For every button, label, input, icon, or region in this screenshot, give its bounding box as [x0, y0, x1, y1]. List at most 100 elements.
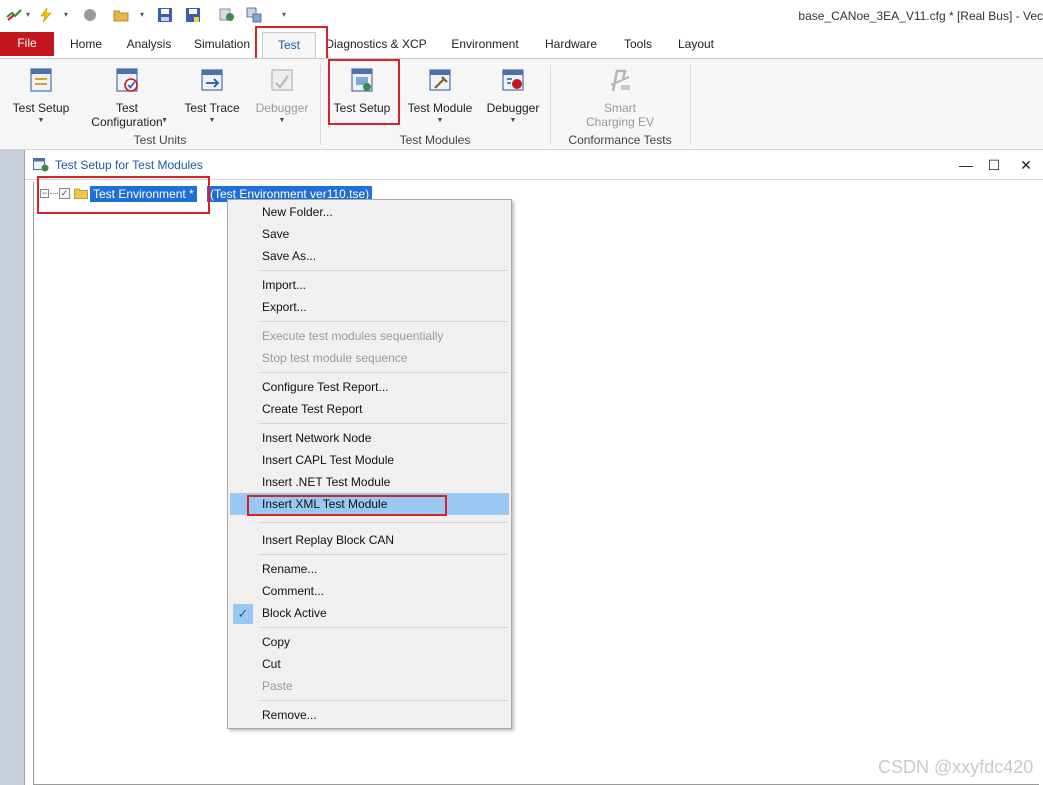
button-label: Test Setup — [12, 101, 70, 115]
test-setup-modules-icon — [351, 68, 373, 92]
lightning-icon[interactable] — [38, 7, 54, 23]
close-button[interactable]: ✕ — [1017, 156, 1035, 174]
menu-item-insert-net-test-module[interactable]: Insert .NET Test Module — [230, 471, 509, 493]
menu-item-insert-capl-test-module[interactable]: Insert CAPL Test Module — [230, 449, 509, 471]
record-stop-icon[interactable] — [82, 7, 98, 23]
save-icon[interactable] — [157, 7, 173, 23]
database-icon[interactable] — [219, 7, 235, 23]
menu-item-paste: Paste — [262, 679, 293, 693]
menu-separator — [259, 423, 508, 424]
canoe-logo-icon[interactable] — [6, 7, 22, 23]
menu-separator — [259, 372, 508, 373]
button-label: Test — [115, 101, 138, 115]
menu-item-import[interactable]: Import... — [230, 274, 509, 296]
chevron-down-icon[interactable]: ▾ — [26, 10, 30, 19]
minimize-button[interactable]: — — [957, 156, 975, 174]
tab-home[interactable]: Home — [62, 32, 110, 58]
button-label: Smart — [603, 101, 636, 115]
menu-item-export[interactable]: Export... — [230, 296, 509, 318]
tab-diagnostics-xcp[interactable]: Diagnostics & XCP — [322, 32, 430, 58]
button-label: Configuration — [91, 115, 163, 129]
tree-node-test-environment[interactable]: Test Environment * — [90, 186, 197, 202]
test-modules-debugger-button[interactable]: Debugger ▼ — [482, 63, 544, 131]
group-separator — [690, 65, 691, 145]
menu-item-block-active[interactable]: ✓ Block Active — [230, 602, 509, 624]
tab-layout[interactable]: Layout — [670, 32, 722, 58]
tab-test[interactable]: Test — [262, 32, 316, 58]
node-checkbox[interactable]: ✓ — [59, 188, 70, 199]
group-label-conformance-tests: Conformance Tests — [568, 133, 672, 147]
test-tree-view[interactable] — [33, 182, 1039, 785]
test-setup-icon — [30, 68, 52, 92]
menu-item-copy[interactable]: Copy — [230, 631, 509, 653]
test-module-button[interactable]: Test Module ▼ — [402, 63, 478, 131]
menu-item-insert-xml-test-module[interactable]: Insert XML Test Module — [230, 493, 509, 515]
menu-separator — [259, 321, 508, 322]
test-module-icon — [429, 69, 451, 91]
menu-separator — [259, 700, 508, 701]
open-folder-icon[interactable] — [113, 7, 129, 23]
tree-connector — [50, 193, 58, 194]
test-configuration-button[interactable]: Test Configuration ▼ — [82, 63, 172, 131]
tab-environment[interactable]: Environment — [444, 32, 526, 58]
test-trace-button[interactable]: Test Trace ▼ — [178, 63, 246, 131]
test-units-test-setup-button[interactable]: Test Setup ▼ — [6, 63, 76, 131]
test-trace-icon — [201, 69, 223, 91]
test-modules-test-setup-button[interactable]: Test Setup — [328, 63, 396, 131]
menu-item-save[interactable]: Save — [230, 223, 509, 245]
tab-file[interactable]: File — [0, 32, 54, 56]
tab-analysis[interactable]: Analysis — [120, 32, 178, 58]
test-setup-window-icon — [33, 158, 49, 172]
maximize-button[interactable]: ☐ — [985, 156, 1003, 174]
customize-toolbar-icon[interactable]: ▾ — [282, 10, 286, 19]
menu-item-configure-test-report[interactable]: Configure Test Report... — [230, 376, 509, 398]
menu-separator — [259, 554, 508, 555]
test-units-debugger-button: Debugger ▼ — [250, 63, 314, 131]
configure-icon[interactable] — [246, 7, 262, 23]
button-label: Test Setup — [333, 101, 391, 115]
menu-separator — [259, 270, 508, 271]
menu-item-cut[interactable]: Cut — [230, 653, 509, 675]
tab-hardware[interactable]: Hardware — [538, 32, 604, 58]
debugger-icon — [502, 69, 524, 91]
window-title: base_CANoe_3EA_V11.cfg * [Real Bus] - Ve… — [798, 9, 1043, 23]
button-label: Debugger — [255, 101, 309, 115]
panel-title: Test Setup for Test Modules — [55, 158, 203, 172]
group-label-test-modules: Test Modules — [399, 133, 471, 147]
group-label-test-units: Test Units — [133, 133, 187, 147]
chevron-down-icon: ▼ — [208, 117, 216, 124]
chevron-down-icon: ▼ — [509, 117, 517, 124]
context-menu: New Folder... Save Save As... Import... … — [227, 199, 512, 729]
menu-item-save-as[interactable]: Save As... — [230, 245, 509, 267]
chevron-down-icon: ▼ — [161, 117, 168, 124]
left-dock-strip — [0, 150, 24, 785]
button-label: Test Trace — [184, 101, 240, 115]
menu-item-stop-sequence: Stop test module sequence — [262, 351, 408, 365]
menu-item-comment[interactable]: Comment... — [230, 580, 509, 602]
menu-item-label: Block Active — [262, 606, 327, 620]
menu-item-insert-network-node[interactable]: Insert Network Node — [230, 427, 509, 449]
chevron-down-icon: ▼ — [37, 117, 45, 124]
tab-tools[interactable]: Tools — [616, 32, 660, 58]
tab-simulation[interactable]: Simulation — [188, 32, 256, 58]
window-title-bar: Test Setup for Test Modules — ☐ ✕ — [25, 150, 1043, 180]
save-as-icon[interactable] — [185, 7, 201, 23]
ribbon: Test Setup ▼ Test Configuration ▼ Test T… — [0, 58, 1043, 150]
checkmark-icon: ✓ — [233, 604, 253, 624]
chevron-down-icon[interactable]: ▾ — [64, 10, 68, 19]
menu-item-rename[interactable]: Rename... — [230, 558, 509, 580]
tree-expander-icon[interactable]: − — [40, 189, 49, 198]
menu-item-insert-replay-block-can[interactable]: Insert Replay Block CAN — [230, 529, 509, 551]
chevron-down-icon[interactable]: ▾ — [140, 10, 144, 19]
menu-item-new-folder[interactable]: New Folder... — [230, 201, 509, 223]
smart-charging-ev-button: Smart Charging EV — [582, 63, 658, 131]
menu-item-create-test-report[interactable]: Create Test Report — [230, 398, 509, 420]
menu-item-remove[interactable]: Remove... — [230, 704, 509, 726]
folder-icon — [74, 188, 88, 199]
button-label: Debugger — [486, 101, 540, 115]
quick-access-toolbar: ▾ ▾ ▾ ▾ base_CANoe_3EA_V11.cfg * [Real B… — [0, 0, 1043, 32]
button-label: Test Module — [407, 101, 473, 115]
button-label: Charging EV — [585, 115, 655, 129]
watermark: CSDN @xxyfdc420 — [878, 757, 1034, 777]
test-configuration-icon — [116, 68, 138, 92]
